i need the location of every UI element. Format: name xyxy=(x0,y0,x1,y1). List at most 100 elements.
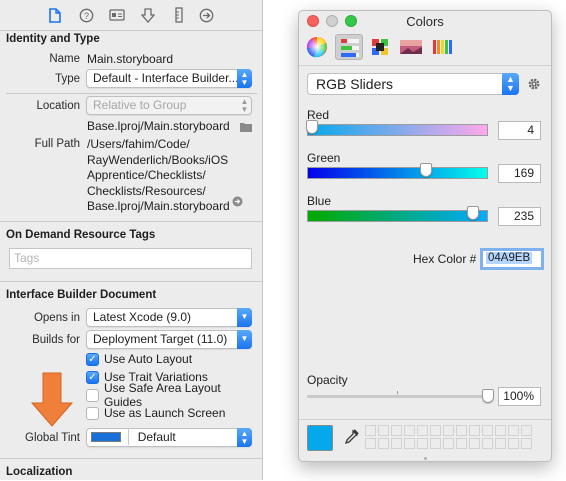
green-label: Green xyxy=(307,151,341,165)
opacity-slider-knob[interactable] xyxy=(482,389,494,403)
color-swatch-cell[interactable] xyxy=(391,425,402,436)
red-value-field[interactable]: 4 xyxy=(498,121,541,140)
red-slider[interactable] xyxy=(305,120,488,136)
color-swatch-cell[interactable] xyxy=(469,438,480,449)
color-swatch-cell[interactable] xyxy=(391,438,402,449)
svg-text:?: ? xyxy=(83,11,88,21)
slider-mode-popup[interactable]: RGB Sliders ▲ ▼ xyxy=(307,73,519,95)
color-swatch-cell[interactable] xyxy=(417,425,428,436)
green-slider[interactable] xyxy=(307,163,488,179)
chevron-down-icon: ▼ xyxy=(237,308,252,327)
color-swatch-cell[interactable] xyxy=(508,438,519,449)
safe-area-checkbox[interactable]: Use Safe Area Layout Guides xyxy=(86,381,262,409)
hex-color-value: 04A9EB xyxy=(486,252,533,264)
color-swatch-cell[interactable] xyxy=(521,438,532,449)
eyedropper-icon[interactable] xyxy=(343,429,359,450)
identity-inspector-icon[interactable] xyxy=(109,7,125,23)
color-swatch-cell[interactable] xyxy=(495,425,506,436)
color-swatch-cell[interactable] xyxy=(365,438,376,449)
location-path: Base.lproj/Main.storyboard xyxy=(87,119,230,133)
auto-layout-checkbox[interactable]: ✓ Use Auto Layout xyxy=(86,351,192,367)
quick-help-icon[interactable]: ? xyxy=(78,7,94,23)
color-swatch-cell[interactable] xyxy=(430,438,441,449)
tags-field[interactable]: Tags xyxy=(9,248,252,269)
fullpath-value: /Users/fahim/Code/ RayWenderlich/Books/i… xyxy=(87,137,230,215)
checkbox-label: Use as Launch Screen xyxy=(104,406,226,420)
blue-slider-knob[interactable] xyxy=(466,206,479,220)
opacity-value-field[interactable]: 100% xyxy=(498,387,541,406)
builds-for-label: Builds for xyxy=(32,334,80,346)
opacity-label: Opacity xyxy=(307,373,348,387)
opens-in-label: Opens in xyxy=(33,312,80,324)
location-popup-value: Relative to Group xyxy=(93,98,187,112)
opacity-slider[interactable] xyxy=(307,389,494,403)
blue-slider[interactable] xyxy=(307,206,488,222)
color-swatch-cell[interactable] xyxy=(404,425,415,436)
ib-document-section-header: Interface Builder Document xyxy=(6,289,157,301)
red-slider-knob[interactable] xyxy=(305,120,318,134)
resize-handle[interactable] xyxy=(424,457,427,460)
color-swatch-cell[interactable] xyxy=(443,425,454,436)
window-title: Colors xyxy=(406,14,444,29)
chevron-updown-icon: ▲ ▼ xyxy=(502,73,519,95)
identity-section-header: Identity and Type xyxy=(6,33,100,45)
global-tint-label: Global Tint xyxy=(25,432,80,444)
fullpath-line: RayWenderlich/Books/iOS xyxy=(87,152,229,167)
color-swatch-cell[interactable] xyxy=(456,438,467,449)
pencils-icon[interactable] xyxy=(431,36,453,58)
builds-for-popup[interactable]: Deployment Target (11.0) ▼ xyxy=(86,330,252,349)
color-swatch-cell[interactable] xyxy=(495,438,506,449)
color-swatch-cell[interactable] xyxy=(469,425,480,436)
opens-in-popup[interactable]: Latest Xcode (9.0) ▼ xyxy=(86,308,252,327)
color-palettes-icon[interactable] xyxy=(369,36,391,58)
hex-color-field[interactable]: 04A9EB xyxy=(480,248,544,270)
color-swatch-cell[interactable] xyxy=(508,425,519,436)
color-swatch-cell[interactable] xyxy=(417,438,428,449)
color-swatch-cell[interactable] xyxy=(378,425,389,436)
color-wheel-icon[interactable] xyxy=(306,36,328,58)
fullpath-label: Full Path xyxy=(34,138,80,150)
color-sliders-icon xyxy=(341,39,359,57)
location-label: Location xyxy=(36,100,80,112)
color-swatch-cell[interactable] xyxy=(482,425,493,436)
size-inspector-icon[interactable] xyxy=(171,7,187,23)
window-titlebar[interactable]: Colors xyxy=(299,11,551,33)
divider xyxy=(0,221,263,222)
global-tint-value: Default xyxy=(137,430,176,444)
reveal-arrow-icon[interactable] xyxy=(232,196,243,210)
checkbox-label: Use Auto Layout xyxy=(104,352,193,366)
color-swatch-cell[interactable] xyxy=(521,425,532,436)
chevron-down-icon: ▼ xyxy=(237,330,252,349)
name-value[interactable]: Main.storyboard xyxy=(87,52,173,66)
color-sliders-tab[interactable] xyxy=(335,34,363,60)
opens-in-value: Latest Xcode (9.0) xyxy=(93,310,192,324)
launch-screen-checkbox[interactable]: Use as Launch Screen xyxy=(86,405,225,421)
image-palettes-icon[interactable] xyxy=(399,36,422,58)
color-swatch-cell[interactable] xyxy=(365,425,376,436)
color-swatch-cell[interactable] xyxy=(404,438,415,449)
connections-inspector-icon[interactable] xyxy=(198,7,214,23)
global-tint-popup[interactable]: Default ▲ ▼ xyxy=(86,428,252,447)
color-swatch-cell[interactable] xyxy=(430,425,441,436)
green-value-field[interactable]: 169 xyxy=(498,164,541,183)
divider xyxy=(299,419,551,420)
blue-value-field[interactable]: 235 xyxy=(498,207,541,226)
divider xyxy=(299,65,551,66)
color-swatch-cell[interactable] xyxy=(482,438,493,449)
gear-icon[interactable] xyxy=(527,77,541,94)
fullpath-line: /Users/fahim/Code/ xyxy=(87,137,190,151)
blue-label: Blue xyxy=(307,194,332,208)
tags-placeholder: Tags xyxy=(14,251,40,265)
checkmark-icon: ✓ xyxy=(86,352,99,366)
file-inspector-icon[interactable] xyxy=(47,7,63,23)
attributes-inspector-icon[interactable] xyxy=(140,7,156,23)
color-swatch-cell[interactable] xyxy=(456,425,467,436)
folder-icon[interactable] xyxy=(240,121,252,135)
chevron-updown-icon: ▲ ▼ xyxy=(237,69,252,88)
type-popup[interactable]: Default - Interface Builder... ▲ ▼ xyxy=(86,69,252,88)
green-slider-knob[interactable] xyxy=(420,163,433,177)
fullpath-line: Checklists/Resources/ xyxy=(87,183,206,198)
current-color-well[interactable] xyxy=(307,425,333,451)
color-swatch-cell[interactable] xyxy=(378,438,389,449)
color-swatch-cell[interactable] xyxy=(443,438,454,449)
